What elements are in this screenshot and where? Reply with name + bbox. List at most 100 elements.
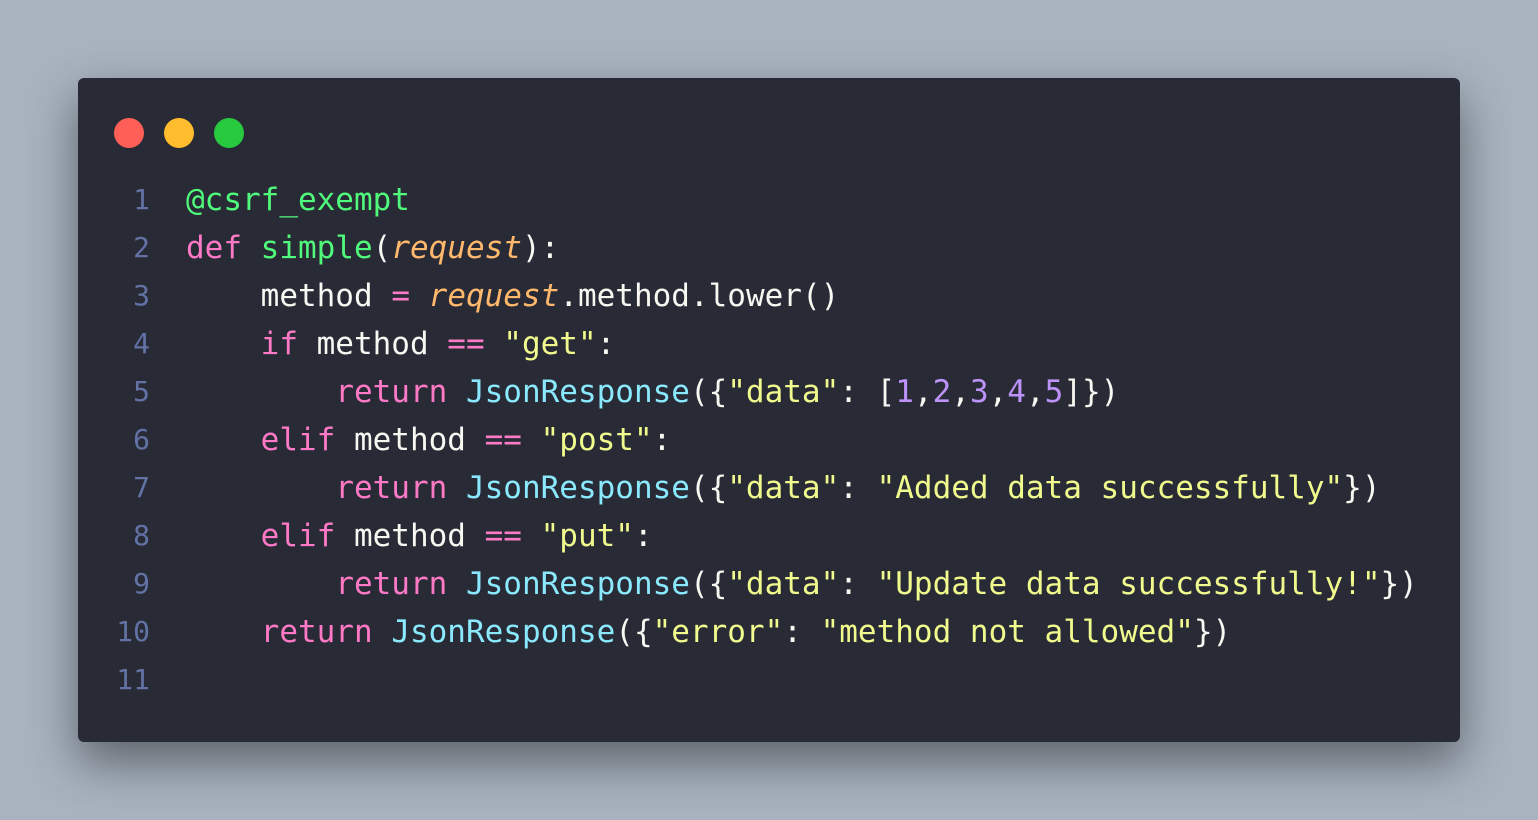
code-line: 8 elif method == "put": (78, 512, 1460, 560)
code-token-class: JsonResponse (465, 374, 690, 410)
code-token-string: "post" (540, 422, 653, 458)
code-token-default (186, 518, 261, 554)
code-token-keyword: == (484, 422, 522, 458)
code-token-default (186, 326, 261, 362)
code-token-keyword: == (447, 326, 485, 362)
close-dot-icon[interactable] (114, 118, 144, 148)
line-number: 6 (133, 423, 150, 456)
code-token-class: JsonResponse (465, 566, 690, 602)
code-token-param: request (391, 230, 522, 266)
code-token-default: ]}) (1063, 374, 1120, 410)
code-text: def simple(request): (150, 224, 559, 272)
code-text: if method == "get": (150, 320, 616, 368)
line-number: 7 (133, 471, 150, 504)
code-token-keyword: def (186, 230, 261, 266)
line-number: 8 (133, 519, 150, 552)
code-token-number: 5 (1044, 374, 1064, 410)
code-token-string: "method not allowed" (820, 614, 1194, 650)
code-line: 7 return JsonResponse({"data": "Added da… (78, 464, 1460, 512)
code-token-default: .method.lower() (559, 278, 840, 314)
code-token-default: : (596, 326, 616, 362)
code-token-default: ({ (689, 566, 728, 602)
code-token-default (373, 614, 392, 650)
code-token-default: ({ (615, 614, 653, 650)
code-line: 3 method = request.method.lower() (78, 272, 1460, 320)
code-token-default: ( (372, 230, 392, 266)
code-token-keyword: elif (260, 422, 336, 458)
code-token-keyword: return (335, 374, 448, 410)
code-text: return JsonResponse({"data": [1,2,3,4,5]… (150, 368, 1119, 416)
code-line: 2 def simple(request): (78, 224, 1460, 272)
code-line: 4 if method == "get": (78, 320, 1460, 368)
code-token-default: ({ (689, 470, 728, 506)
code-token-number: 3 (969, 374, 989, 410)
code-token-default: }) (1380, 566, 1418, 602)
code-token-string: "put" (540, 518, 634, 554)
code-token-default: }) (1343, 470, 1381, 506)
code-token-keyword: = (391, 278, 410, 314)
code-token-default (186, 470, 335, 506)
window-controls (114, 118, 244, 148)
code-text: return JsonResponse({"data": "Added data… (150, 464, 1381, 512)
code-token-default (186, 566, 335, 602)
code-token-default: ({ (689, 374, 728, 410)
code-token-string: "error" (652, 614, 784, 650)
code-token-string: "Update data successfully!" (876, 566, 1381, 602)
code-text: method = request.method.lower() (150, 272, 840, 320)
code-token-keyword: return (335, 470, 448, 506)
code-token-default: , (951, 374, 970, 410)
code-token-default: : (633, 518, 653, 554)
code-token-number: 1 (895, 374, 914, 410)
code-token-default: : (783, 614, 821, 650)
code-token-class: JsonResponse (391, 614, 616, 650)
code-text: @csrf_exempt (150, 176, 410, 224)
code-token-default: : [ (839, 374, 896, 410)
code-token-default (447, 470, 466, 506)
code-token-function: @csrf_exempt (186, 182, 410, 218)
code-token-keyword: if (260, 326, 298, 362)
code-token-default: }) (1193, 614, 1232, 650)
code-token-default: method (335, 518, 485, 554)
code-line: 6 elif method == "post": (78, 416, 1460, 464)
code-token-function: simple (260, 230, 373, 266)
code-text: elif method == "put": (150, 512, 653, 560)
code-token-string: "data" (727, 470, 840, 506)
code-token-default: method (335, 422, 485, 458)
code-token-default: ): (521, 230, 560, 266)
line-number: 9 (133, 567, 150, 600)
code-text: return JsonResponse({"error": "method no… (150, 608, 1232, 656)
code-line: 1 @csrf_exempt (78, 176, 1460, 224)
code-token-default (522, 518, 541, 554)
code-token-param: request (428, 278, 560, 314)
code-token-number: 4 (1007, 374, 1026, 410)
code-line: 5 return JsonResponse({"data": [1,2,3,4,… (78, 368, 1460, 416)
code-token-default (522, 422, 541, 458)
code-token-default (447, 566, 466, 602)
minimize-dot-icon[interactable] (164, 118, 194, 148)
code-token-default: , (913, 374, 933, 410)
code-token-default: method (297, 326, 448, 362)
code-token-default: : (652, 422, 672, 458)
line-number: 4 (133, 327, 150, 360)
code-token-default: , (988, 374, 1008, 410)
code-text: elif method == "post": (150, 416, 672, 464)
maximize-dot-icon[interactable] (214, 118, 244, 148)
code-token-default: , (1025, 374, 1045, 410)
code-token-string: "data" (727, 374, 840, 410)
code-token-string: "data" (727, 566, 840, 602)
code-token-default (186, 374, 335, 410)
code-token-string: "get" (503, 326, 597, 362)
code-token-default (485, 326, 504, 362)
line-number: 2 (133, 231, 150, 264)
code-token-default (186, 422, 261, 458)
code-token-keyword: == (484, 518, 522, 554)
code-line: 9 return JsonResponse({"data": "Update d… (78, 560, 1460, 608)
code-token-number: 2 (932, 374, 952, 410)
code-block: 1 @csrf_exempt 2 def simple(request): 3 meth… (78, 176, 1460, 704)
code-token-default: method (186, 278, 392, 314)
code-token-default: : (839, 566, 877, 602)
code-line: 11 (78, 656, 1460, 704)
line-number: 1 (133, 183, 150, 216)
code-token-keyword: return (260, 614, 373, 650)
code-line: 10 return JsonResponse({"error": "method… (78, 608, 1460, 656)
